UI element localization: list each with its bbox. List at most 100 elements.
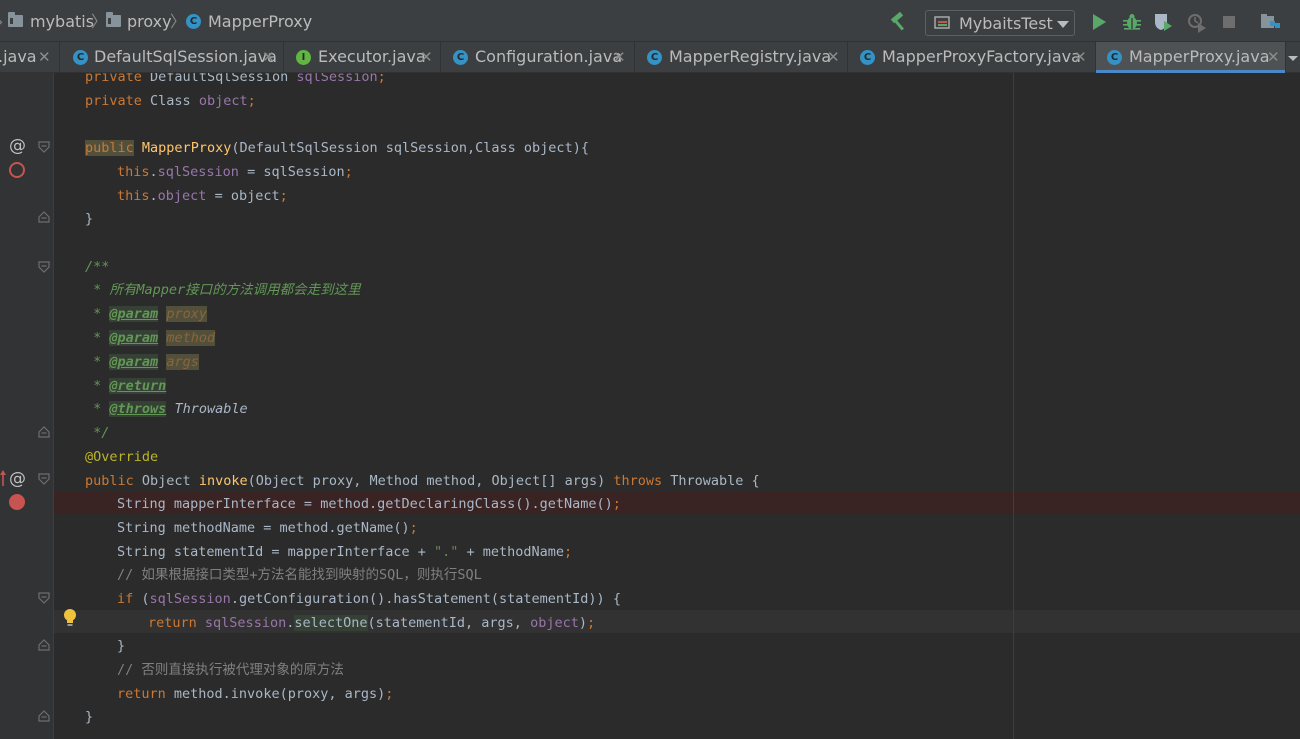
- rest: = sqlSession: [238, 164, 345, 180]
- code-line-constructor: public MapperProxy(DefaultSqlSession sql…: [85, 138, 589, 158]
- implements-arrow-icon[interactable]: [0, 469, 6, 487]
- dot: .: [149, 188, 158, 204]
- fold-collapse-icon[interactable]: [38, 592, 50, 604]
- override-annotation: @Override: [85, 449, 159, 465]
- fold-end-icon[interactable]: [38, 426, 50, 438]
- code-line-close-brace: }: [117, 638, 126, 654]
- breadcrumb-item-proxy[interactable]: proxy: [127, 12, 172, 32]
- close-icon[interactable]: ✕: [38, 48, 51, 66]
- editor-gutter[interactable]: @ @: [0, 73, 54, 739]
- fold-collapse-icon[interactable]: [38, 261, 50, 273]
- semicolon: ;: [377, 73, 386, 85]
- method-call: selectOne: [294, 615, 368, 631]
- breadcrumb-separator: 〉: [170, 12, 187, 31]
- profiler-icon[interactable]: [1187, 13, 1207, 33]
- project-structure-icon[interactable]: [1260, 13, 1282, 31]
- code-line-close-brace: }: [85, 211, 94, 227]
- statement: String mapperInterface = method.getDecla…: [117, 496, 613, 512]
- folder-icon: [106, 12, 121, 27]
- code-line-assign-object: this.object = object;: [117, 186, 288, 206]
- doc-value: Throwable: [174, 401, 248, 417]
- code-editor[interactable]: @ @ private DefaultSqlSession sqlSession…: [0, 73, 1300, 739]
- type: DefaultSqlSession: [150, 73, 289, 85]
- breadcrumb-item-mapperproxy[interactable]: MapperProxy: [208, 12, 312, 32]
- close-icon[interactable]: ✕: [827, 48, 840, 66]
- javadoc-param-args: * @param args: [85, 352, 199, 372]
- keyword: if: [117, 591, 134, 607]
- doc-tag: @param: [109, 306, 159, 322]
- fold-collapse-icon[interactable]: [38, 473, 50, 485]
- fold-end-icon[interactable]: [38, 639, 50, 651]
- tab-mapperproxyfactory[interactable]: C MapperProxyFactory.java ✕: [848, 42, 1096, 72]
- code-line-mapper-interface: String mapperInterface = method.getDecla…: [117, 494, 621, 514]
- tab-defaultsqlsession[interactable]: C DefaultSqlSession.java ✕: [60, 42, 284, 72]
- class-icon: C: [186, 14, 201, 29]
- doc-tag: @param: [109, 330, 159, 346]
- code-line-return-selectone: return sqlSession.selectOne(statementId,…: [148, 613, 595, 633]
- close-icon[interactable]: ✕: [262, 48, 275, 66]
- overrides-marker-icon[interactable]: @: [9, 469, 26, 489]
- fold-end-icon[interactable]: [38, 710, 50, 722]
- class-icon: C: [647, 50, 662, 65]
- build-hammer-icon[interactable]: [889, 12, 909, 32]
- doc-tag: @param: [109, 354, 159, 370]
- tabs-overflow-icon[interactable]: [1288, 56, 1298, 61]
- run-icon[interactable]: [1091, 13, 1107, 31]
- doc-text: 接口的方法调用都会走到这里: [185, 282, 361, 298]
- keyword: return: [117, 686, 166, 702]
- keyword: return: [148, 615, 197, 631]
- tab-label: MapperProxy.java: [1129, 47, 1270, 66]
- javadoc-description: * 所有Mapper接口的方法调用都会走到这里: [85, 280, 361, 300]
- doc-star: *: [85, 378, 110, 394]
- tab-label: MapperRegistry.java: [669, 47, 832, 66]
- breakpoint-disabled-icon[interactable]: [9, 162, 25, 178]
- doc-tag: @throws: [109, 401, 167, 417]
- fold-end-icon[interactable]: [38, 211, 50, 223]
- doc-star: *: [85, 330, 110, 346]
- close-icon[interactable]: ✕: [1267, 48, 1280, 66]
- right-margin-guide: [1013, 73, 1014, 739]
- chevron-down-icon: [1057, 21, 1069, 28]
- close-icon[interactable]: ✕: [1074, 48, 1087, 66]
- dot: .: [149, 164, 158, 180]
- semicolon: ;: [586, 615, 596, 631]
- field: sqlSession: [157, 164, 239, 180]
- overrides-marker-icon[interactable]: @: [9, 136, 26, 156]
- breakpoint-icon[interactable]: [9, 494, 25, 510]
- close-icon[interactable]: ✕: [613, 48, 626, 66]
- javadoc-throws: * @throws Throwable: [85, 399, 248, 419]
- keyword: public: [85, 473, 134, 489]
- junit-config-icon: [934, 16, 950, 29]
- run-with-coverage-icon[interactable]: [1153, 12, 1173, 32]
- stop-icon[interactable]: [1222, 15, 1236, 29]
- line-comment: // 如果根据接口类型+方法名能找到映射的SQL，则执行SQL: [117, 567, 482, 583]
- rest: Throwable {: [662, 473, 760, 489]
- javadoc-return: * @return: [85, 376, 167, 396]
- intention-bulb-icon[interactable]: [63, 608, 77, 628]
- run-configuration-dropdown[interactable]: MybaitsTest: [925, 10, 1075, 36]
- statement: + methodName: [458, 544, 565, 560]
- tab-java[interactable]: .java ✕: [0, 42, 60, 72]
- semicolon: ;: [385, 686, 394, 702]
- code-line-return-invoke: return method.invoke(proxy, args);: [117, 684, 393, 704]
- field: object: [530, 615, 579, 631]
- string-literal: ".": [433, 544, 459, 560]
- close-icon[interactable]: ✕: [420, 48, 433, 66]
- args: (statementId, args,: [367, 615, 531, 631]
- tab-mapperproxy[interactable]: C MapperProxy.java ✕: [1096, 42, 1286, 73]
- interface-icon: I: [296, 50, 311, 65]
- keyword: this: [117, 164, 150, 180]
- doc-word: Mapper: [136, 282, 186, 298]
- tab-mapperregistry[interactable]: C MapperRegistry.java ✕: [635, 42, 848, 72]
- fold-collapse-icon[interactable]: [38, 141, 50, 153]
- semicolon: ;: [247, 93, 256, 109]
- debug-icon[interactable]: [1122, 12, 1142, 32]
- javadoc-close: */: [85, 425, 110, 441]
- javadoc-param-proxy: * @param proxy: [85, 304, 207, 324]
- statement: String methodName = method.getName(): [117, 520, 410, 536]
- breadcrumb-item-mybatis[interactable]: mybatis: [30, 12, 94, 32]
- rest: .getConfiguration().hasStatement(stateme…: [230, 591, 621, 607]
- tab-executor[interactable]: I Executor.java ✕: [284, 42, 441, 72]
- tab-configuration[interactable]: C Configuration.java ✕: [441, 42, 635, 72]
- tab-label: Configuration.java: [475, 47, 623, 66]
